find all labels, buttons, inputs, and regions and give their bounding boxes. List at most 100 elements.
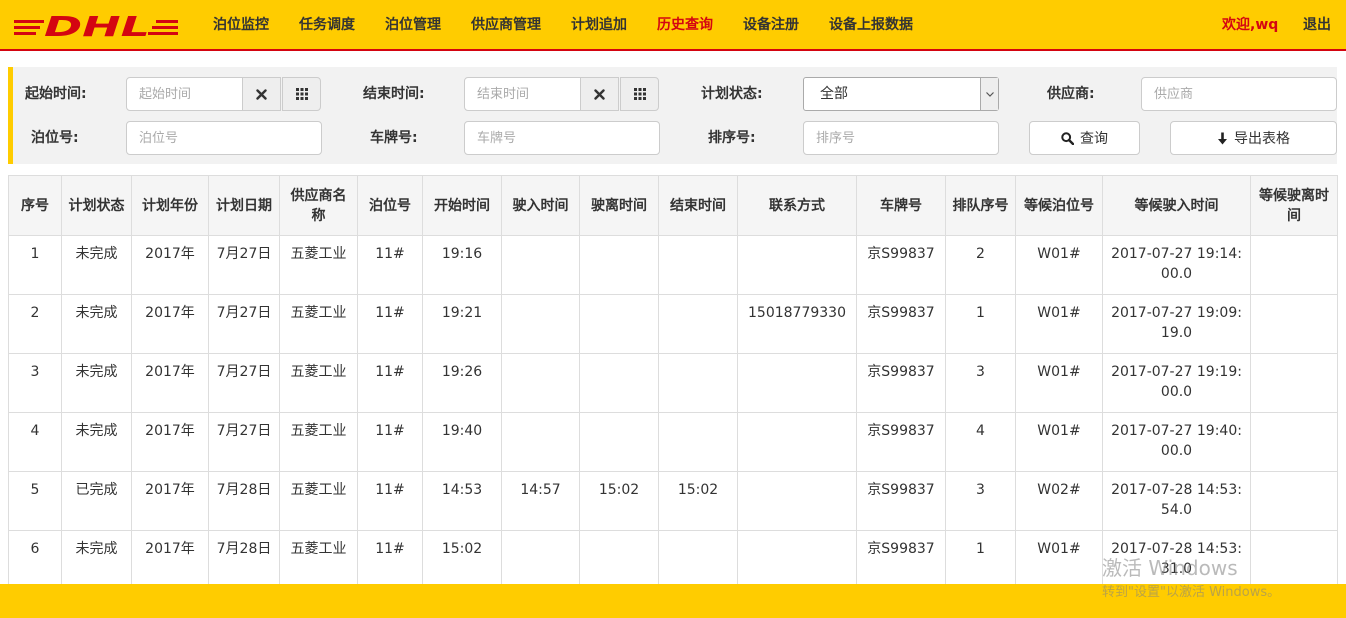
nav-item-2[interactable]: 任务调度 (284, 0, 370, 51)
query-button[interactable]: 查询 (1029, 121, 1140, 155)
start-time-input[interactable] (126, 77, 243, 111)
col-header-queue-no: 排队序号 (945, 175, 1016, 236)
cell-index: 3 (8, 353, 62, 413)
cell-exit-time (579, 412, 659, 472)
table-row[interactable]: 1 未完成 2017年 7月27日 五菱工业 11# 19:16 京S99837 2 W01# 20… (8, 235, 1338, 295)
dhl-logo[interactable]: DHL (14, 12, 178, 40)
plate-input[interactable] (464, 121, 660, 155)
cell-wait-exit-time (1250, 471, 1338, 531)
cell-queue-no: 4 (945, 412, 1016, 472)
cell-contact (737, 235, 857, 295)
col-header-plan-date: 计划日期 (208, 175, 280, 236)
cell-wait-exit-time (1250, 353, 1338, 413)
bottom-bar (0, 584, 1346, 618)
table-row[interactable]: 3 未完成 2017年 7月27日 五菱工业 11# 19:26 京S99837 3 W01# 20… (8, 353, 1338, 413)
cell-wait-entry-time: 2017-07-27 19:09:19.0 (1102, 294, 1251, 354)
cell-plan-year: 2017年 (131, 471, 209, 531)
supplier-label: 供应商: (1047, 86, 1095, 102)
cell-wait-entry-time: 2017-07-28 14:53:31.0 (1102, 530, 1251, 590)
col-header-berth-no: 泊位号 (357, 175, 423, 236)
clear-end-time-button[interactable] (580, 77, 619, 111)
cell-entry-time (501, 412, 580, 472)
col-header-end-time: 结束时间 (658, 175, 738, 236)
end-time-input[interactable] (464, 77, 581, 111)
table-row[interactable]: 4 未完成 2017年 7月27日 五菱工业 11# 19:40 京S99837 4 W01# 20… (8, 412, 1338, 472)
nav-item-4[interactable]: 供应商管理 (456, 0, 556, 51)
col-header-plan-year: 计划年份 (131, 175, 209, 236)
cell-berth-no: 11# (357, 471, 423, 531)
cell-wait-entry-time: 2017-07-27 19:14:00.0 (1102, 235, 1251, 295)
nav-item-3[interactable]: 泊位管理 (370, 0, 456, 51)
end-time-label: 结束时间: (363, 86, 425, 102)
cell-exit-time (579, 294, 659, 354)
cell-plan-date: 7月28日 (208, 530, 280, 590)
export-button[interactable]: 导出表格 (1170, 121, 1337, 155)
nav-item-8[interactable]: 设备上报数据 (814, 0, 928, 51)
end-time-calendar-button[interactable] (620, 77, 659, 111)
cell-wait-entry-time: 2017-07-27 19:19:00.0 (1102, 353, 1251, 413)
cell-plan-status: 已完成 (61, 471, 132, 531)
cell-entry-time (501, 353, 580, 413)
cell-start-time: 14:53 (422, 471, 502, 531)
cell-start-time: 19:26 (422, 353, 502, 413)
cell-start-time: 15:02 (422, 530, 502, 590)
cell-plan-status: 未完成 (61, 294, 132, 354)
cell-contact: 15018779330 (737, 294, 857, 354)
cell-end-time (658, 353, 738, 413)
cell-wait-entry-time: 2017-07-28 14:53:54.0 (1102, 471, 1251, 531)
cell-supplier-name: 五菱工业 (279, 530, 358, 590)
plan-status-label: 计划状态: (701, 86, 763, 102)
nav-item-7[interactable]: 设备注册 (728, 0, 814, 51)
logout-link[interactable]: 退出 (1303, 0, 1331, 51)
cell-plate-no: 京S99837 (856, 471, 946, 531)
top-navbar: DHL 泊位监控 任务调度 泊位管理 供应商管理 计划追加 历史查询 设备注册 设备上报数据 … (0, 0, 1346, 51)
cell-supplier-name: 五菱工业 (279, 412, 358, 472)
close-icon (256, 88, 267, 100)
welcome-user: 欢迎,wq (1222, 17, 1279, 33)
supplier-input[interactable] (1141, 77, 1337, 111)
history-table: 序号 计划状态 计划年份 计划日期 供应商名称 泊位号 开始时间 驶入时间 驶离时间 结束时间 联系… (8, 175, 1338, 590)
col-header-contact: 联系方式 (737, 175, 857, 236)
nav-item-6[interactable]: 历史查询 (642, 0, 728, 51)
cell-wait-exit-time (1250, 412, 1338, 472)
cell-wait-exit-time (1250, 294, 1338, 354)
cell-end-time: 15:02 (658, 471, 738, 531)
cell-plan-status: 未完成 (61, 412, 132, 472)
close-icon (594, 88, 605, 100)
cell-plate-no: 京S99837 (856, 235, 946, 295)
col-header-plate-no: 车牌号 (856, 175, 946, 236)
cell-plan-date: 7月27日 (208, 235, 280, 295)
cell-berth-no: 11# (357, 353, 423, 413)
cell-entry-time (501, 530, 580, 590)
order-input[interactable] (803, 121, 999, 155)
cell-entry-time: 14:57 (501, 471, 580, 531)
cell-plan-date: 7月28日 (208, 471, 280, 531)
table-row[interactable]: 2 未完成 2017年 7月27日 五菱工业 11# 19:21 15018779330 京S9… (8, 294, 1338, 354)
clear-start-time-button[interactable] (242, 77, 281, 111)
cell-supplier-name: 五菱工业 (279, 235, 358, 295)
cell-index: 6 (8, 530, 62, 590)
table-row[interactable]: 6 未完成 2017年 7月28日 五菱工业 11# 15:02 京S99837 1 W01# 20… (8, 530, 1338, 590)
nav-item-1[interactable]: 泊位监控 (198, 0, 284, 51)
grid-icon (633, 88, 646, 100)
plan-status-value: 全部 (820, 86, 848, 102)
order-label: 排序号: (708, 130, 756, 146)
cell-start-time: 19:40 (422, 412, 502, 472)
cell-contact (737, 412, 857, 472)
cell-plan-status: 未完成 (61, 353, 132, 413)
col-header-supplier-name: 供应商名称 (279, 175, 358, 236)
cell-wait-berth-no: W01# (1015, 353, 1103, 413)
start-time-calendar-button[interactable] (282, 77, 321, 111)
nav-item-5[interactable]: 计划追加 (556, 0, 642, 51)
logo-text: DHL (44, 12, 150, 40)
plan-status-select[interactable]: 全部 (803, 77, 999, 111)
berth-input[interactable] (126, 121, 322, 155)
cell-plate-no: 京S99837 (856, 294, 946, 354)
table-row[interactable]: 5 已完成 2017年 7月28日 五菱工业 11# 14:53 14:57 15:02 15:0… (8, 471, 1338, 531)
search-icon (1061, 131, 1074, 145)
table-body: 1 未完成 2017年 7月27日 五菱工业 11# 19:16 京S99837 2 W01# 20… (8, 235, 1338, 590)
plate-label: 车牌号: (370, 130, 418, 146)
cell-plan-date: 7月27日 (208, 294, 280, 354)
col-header-exit-time: 驶离时间 (579, 175, 659, 236)
cell-berth-no: 11# (357, 235, 423, 295)
